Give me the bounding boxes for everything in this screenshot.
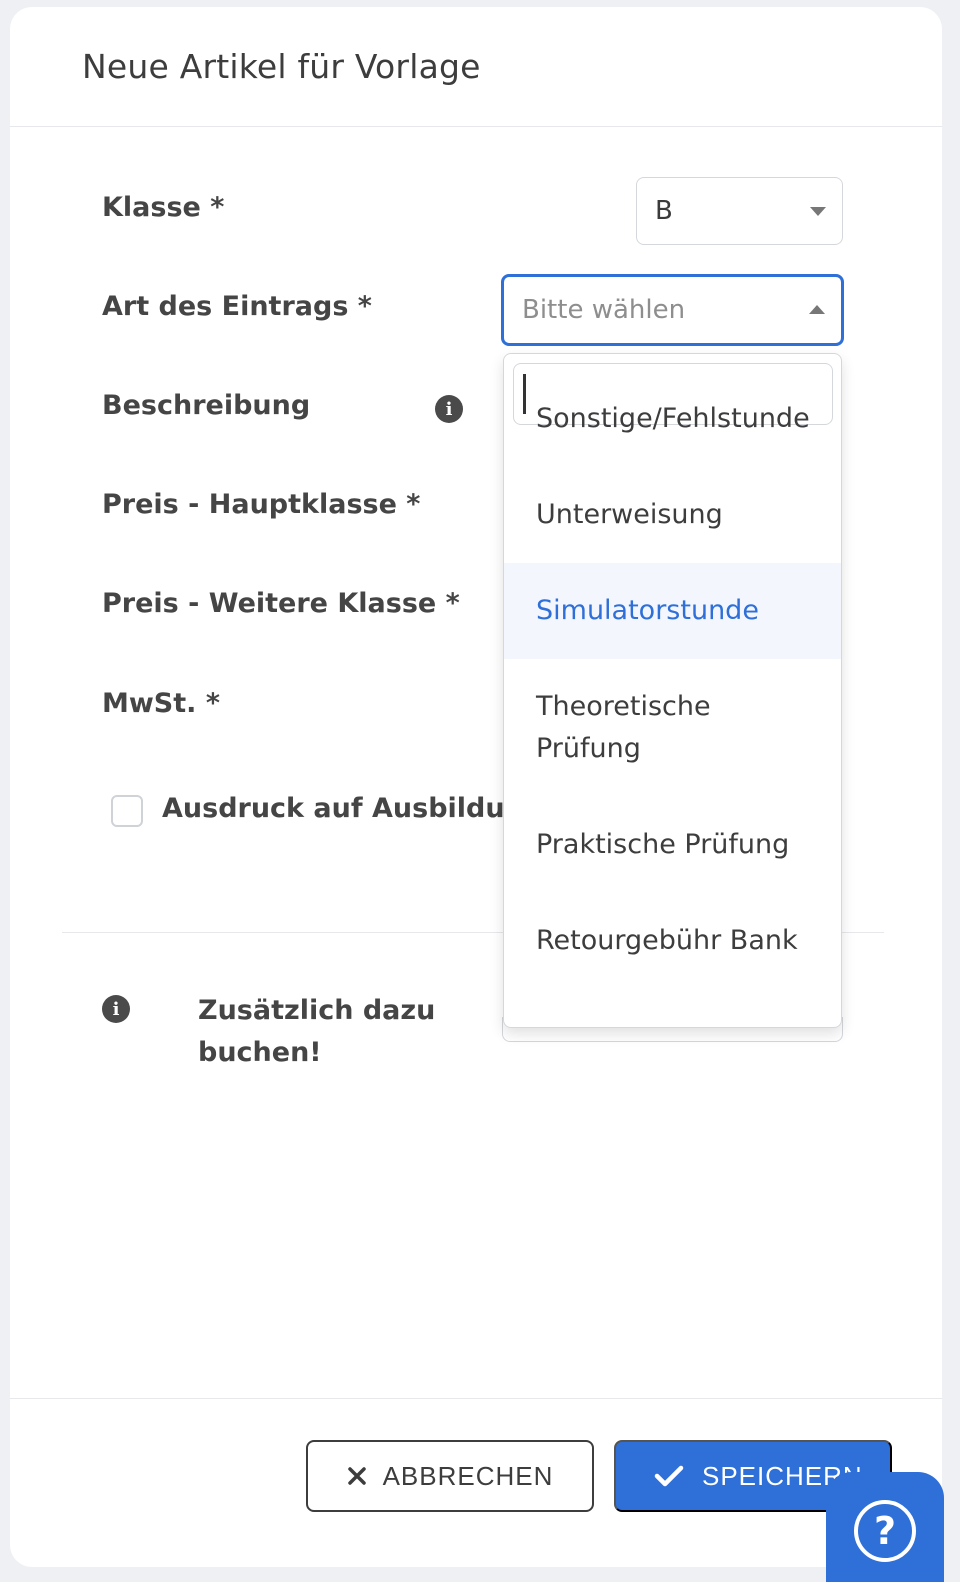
ausdruck-checkbox[interactable] [111,795,143,827]
dropdown-options: Sonstige/Fehlstunde Unterweisung Simulat… [504,398,841,989]
info-icon[interactable]: i [102,995,130,1023]
klasse-select[interactable]: B [636,177,843,245]
preis-weitere-klasse-label: Preis - Weitere Klasse * [102,588,460,619]
check-icon [654,1465,684,1487]
preis-hauptklasse-label: Preis - Hauptklasse * [102,489,421,520]
info-icon[interactable]: i [435,395,463,423]
art-label: Art des Eintrags * [102,291,372,322]
footer-divider [10,1398,942,1399]
dropdown-option-active[interactable]: Simulatorstunde [504,563,841,659]
dropdown-option[interactable]: Unterweisung [504,467,841,563]
klasse-label: Klasse * [102,192,225,223]
zusaetzlich-label: Zusätzlich dazu buchen! [198,995,436,1068]
ausdruck-label: Ausdruck auf Ausbildur [162,793,518,824]
art-placeholder: Bitte wählen [522,295,686,325]
dropdown-option[interactable]: Sonstige/Fehlstunde [504,398,841,467]
modal-header: Neue Artikel für Vorlage [10,7,942,127]
dropdown-option[interactable]: Retourgebühr Bank [504,893,841,989]
chevron-up-icon [809,305,825,314]
mwst-label: MwSt. * [102,688,220,719]
beschreibung-label: Beschreibung [102,390,311,421]
close-icon [347,1467,366,1485]
help-chat-button[interactable]: ? [826,1472,944,1582]
klasse-value: B [655,196,673,226]
cancel-label: ABBRECHEN [382,1460,554,1491]
dropdown-option[interactable]: Praktische Prüfung [504,797,841,893]
art-select[interactable]: Bitte wählen [501,274,844,346]
dropdown-option[interactable]: Theoretische Prüfung [504,659,841,797]
cancel-button[interactable]: ABBRECHEN [306,1440,594,1512]
art-dropdown-menu: Sonstige/Fehlstunde Unterweisung Simulat… [503,353,842,1028]
modal-title: Neue Artikel für Vorlage [82,47,481,86]
chevron-down-icon [810,207,826,216]
help-chat-icon: ? [854,1500,916,1562]
